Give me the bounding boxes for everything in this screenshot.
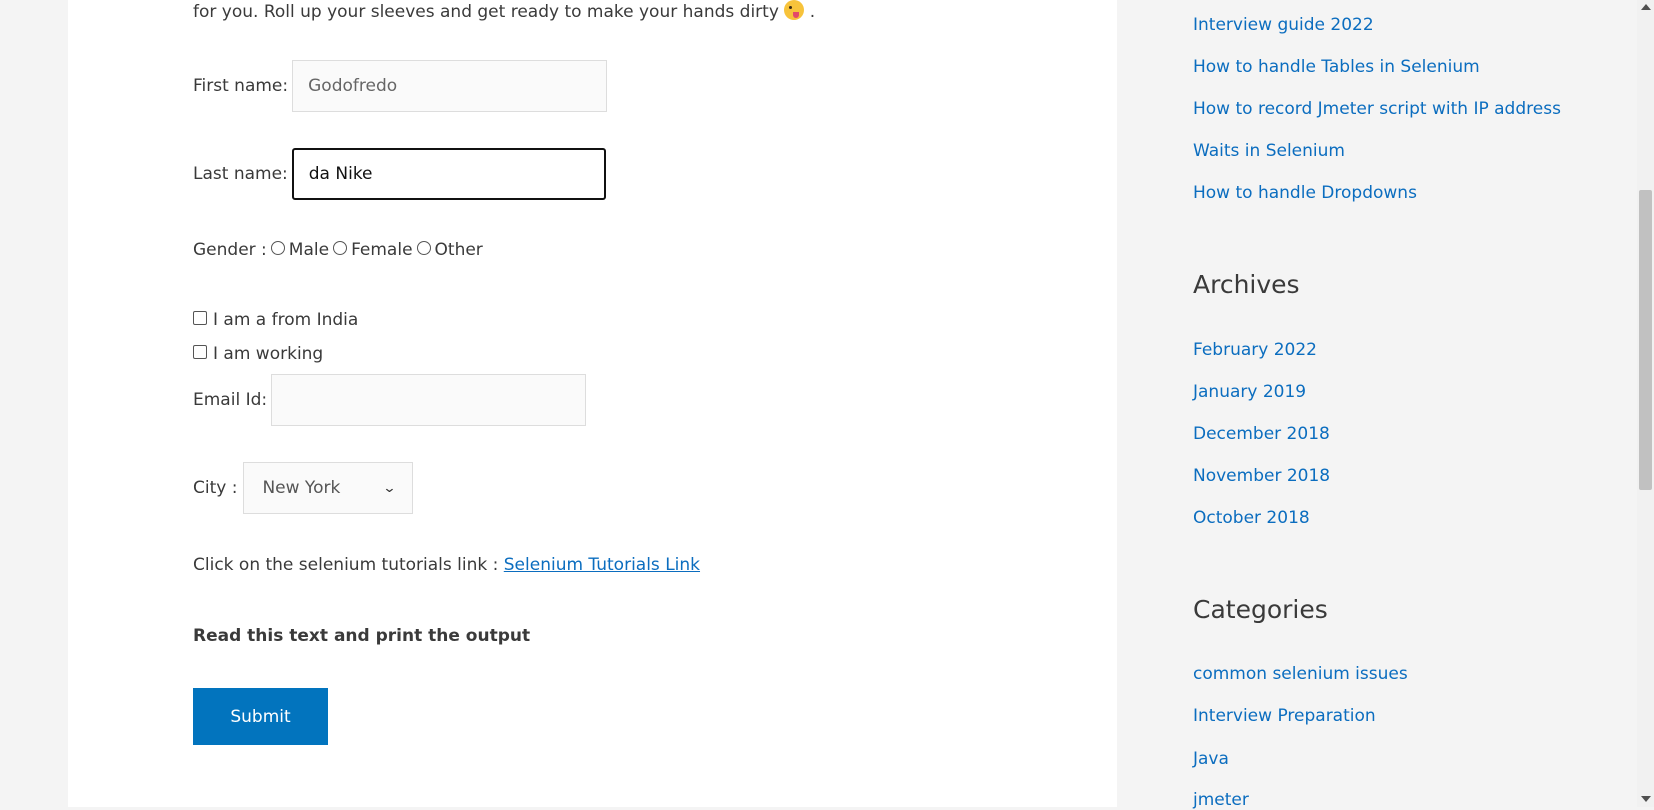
india-checkbox[interactable]	[193, 311, 207, 325]
last-name-label: Last name:	[193, 164, 288, 184]
first-name-input[interactable]: Godofredo	[292, 60, 608, 112]
tutorial-row: Click on the selenium tutorials link : S…	[193, 555, 700, 575]
working-checkbox-row: I am working	[193, 344, 323, 364]
gender-female-label: Female	[351, 240, 413, 260]
gender-other-radio[interactable]	[416, 241, 431, 255]
gender-male-radio[interactable]	[270, 241, 285, 255]
archive-link[interactable]: November 2018	[1193, 466, 1330, 486]
last-name-row: Last name: da Nike	[193, 148, 606, 200]
gender-label: Gender :	[193, 240, 267, 260]
category-link[interactable]: common selenium issues	[1193, 664, 1408, 684]
archive-link[interactable]: December 2018	[1193, 424, 1330, 444]
winking-tongue-emoji-icon	[784, 0, 805, 20]
recent-post-link[interactable]: How to record Jmeter script with IP addr…	[1193, 99, 1561, 119]
gender-other-label: Other	[434, 240, 483, 260]
gender-row: Gender : Male Female Other	[193, 240, 483, 260]
last-name-input[interactable]: da Nike	[291, 148, 606, 200]
india-checkbox-label: I am a from India	[213, 310, 359, 330]
recent-post-link[interactable]: How to handle Tables in Selenium	[1193, 57, 1480, 77]
tutorial-text: Click on the selenium tutorials link :	[193, 555, 499, 575]
email-row: Email Id:	[193, 374, 587, 426]
main-content-card: for you. Roll up your sleeves and get re…	[68, 0, 1117, 807]
scroll-down-arrow-icon[interactable]	[1641, 796, 1651, 802]
city-label: City :	[193, 478, 238, 498]
scrollbar-thumb[interactable]	[1639, 190, 1652, 490]
gender-male-label: Male	[288, 240, 330, 260]
working-checkbox[interactable]	[193, 345, 207, 359]
read-text-paragraph: Read this text and print the output	[193, 626, 531, 646]
intro-paragraph: for you. Roll up your sleeves and get re…	[193, 0, 816, 22]
first-name-label: First name:	[193, 76, 289, 96]
working-checkbox-label: I am working	[213, 344, 324, 364]
recent-post-link[interactable]: How to handle Dropdowns	[1193, 183, 1417, 203]
gender-female-radio[interactable]	[333, 241, 348, 255]
chevron-down-icon: ⌄	[381, 480, 397, 496]
archives-heading: Archives	[1193, 270, 1300, 299]
submit-button[interactable]: Submit	[193, 688, 328, 745]
recent-post-link[interactable]: Waits in Selenium	[1193, 141, 1345, 161]
scroll-up-arrow-icon[interactable]	[1641, 4, 1651, 10]
city-select[interactable]: New York ⌄	[243, 462, 414, 514]
category-link[interactable]: jmeter	[1193, 790, 1249, 810]
email-input[interactable]	[271, 374, 587, 426]
city-selected-value: New York	[262, 478, 341, 498]
recent-post-link[interactable]: Interview guide 2022	[1193, 15, 1374, 35]
category-link[interactable]: Java	[1193, 749, 1229, 769]
vertical-scrollbar[interactable]	[1637, 0, 1654, 807]
category-link[interactable]: Interview Preparation	[1193, 706, 1376, 726]
archive-link[interactable]: October 2018	[1193, 508, 1310, 528]
categories-heading: Categories	[1193, 595, 1328, 624]
archive-link[interactable]: February 2022	[1193, 340, 1317, 360]
first-name-row: First name: Godofredo	[193, 60, 608, 112]
india-checkbox-row: I am a from India	[193, 310, 358, 330]
city-row: City : New York ⌄	[193, 462, 414, 514]
email-label: Email Id:	[193, 390, 268, 410]
selenium-tutorials-link[interactable]: Selenium Tutorials Link	[504, 555, 700, 575]
archive-link[interactable]: January 2019	[1193, 382, 1306, 402]
